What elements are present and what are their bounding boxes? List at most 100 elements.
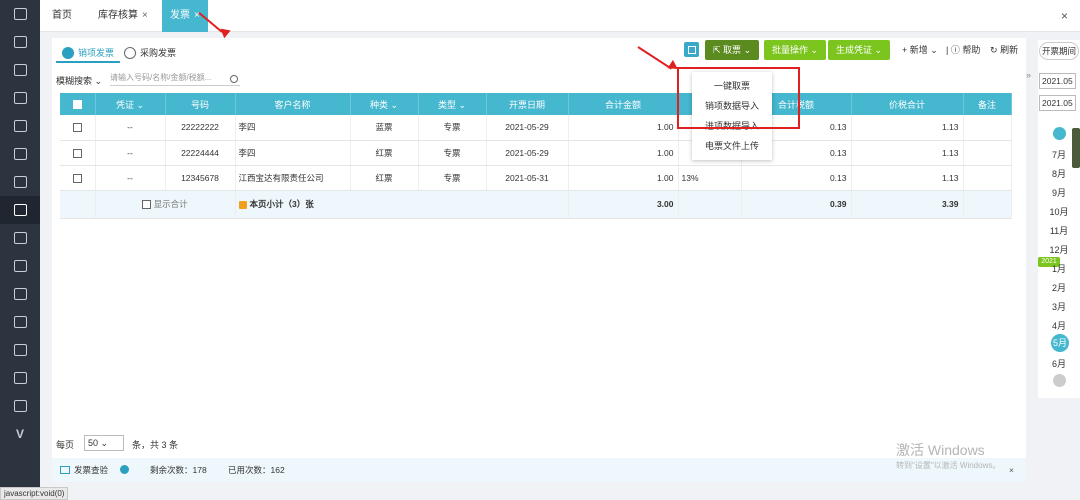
remaining-count: 178 — [192, 465, 207, 475]
cell-kind: 红票 — [350, 165, 419, 191]
close-icon[interactable]: × — [142, 10, 148, 21]
export-icon: ⇱ — [713, 45, 724, 55]
tab-purchase-invoice[interactable]: 采购发票 — [118, 43, 182, 63]
tab-home[interactable]: 首页 — [44, 0, 80, 32]
wallet-icon[interactable] — [0, 224, 40, 252]
top-tab-bar: 首页 库存核算 × 发票 × × — [40, 0, 1080, 32]
refresh-icon: ↻ — [990, 45, 998, 55]
layout-icon[interactable] — [684, 42, 699, 57]
generate-voucher-button[interactable]: 生成凭证 ⌄ — [828, 40, 891, 60]
sidebar-item-2[interactable] — [0, 56, 40, 84]
month-item[interactable]: 9月 — [1038, 186, 1080, 199]
table-row[interactable]: -- 12345678 江西宝达有限责任公司 红票 专票 2021-05-31 … — [60, 165, 1012, 191]
col-note: 备注 — [963, 93, 1012, 115]
show-total-checkbox[interactable]: 显示合计 — [95, 190, 236, 219]
sidebar-item-9[interactable] — [0, 252, 40, 280]
cell-type: 专票 — [418, 115, 487, 141]
sidebar-item-5[interactable] — [0, 140, 40, 168]
stack-icon[interactable] — [0, 308, 40, 336]
row-checkbox[interactable] — [60, 140, 96, 166]
row-checkbox[interactable] — [60, 165, 96, 191]
table-row[interactable]: -- 22224444 李四 红票 专票 2021-05-29 1.00 0.1… — [60, 140, 1012, 166]
col-number: 号码 — [165, 93, 236, 115]
col-type[interactable]: 类型 ⌄ — [418, 93, 487, 115]
windows-activation-hint: 转到"设置"以激活 Windows。 — [896, 461, 1001, 470]
table-row[interactable]: -- 22222222 李四 蓝票 专票 2021-05-29 1.00 0.1… — [60, 115, 1012, 141]
windows-activation-watermark: 激活 Windows — [896, 442, 985, 458]
fetch-invoice-button[interactable]: ⇱ 取票 ⌄ — [705, 40, 760, 60]
col-voucher[interactable]: 凭证 ⌄ — [95, 93, 166, 115]
month-item[interactable]: 2月 — [1038, 281, 1080, 294]
fuzzy-search-select[interactable]: 模糊搜索 ⌄ — [56, 74, 102, 87]
month-item[interactable]: 3月 — [1038, 300, 1080, 313]
date-to-input[interactable]: 2021.05 — [1039, 95, 1076, 111]
home-icon[interactable] — [0, 0, 40, 28]
cell-total: 1.13 — [851, 140, 964, 166]
date-from-input[interactable]: 2021.05 — [1039, 73, 1076, 89]
sum-total: 3.39 — [851, 190, 964, 219]
gear-icon[interactable] — [0, 392, 40, 420]
highlight-box — [677, 67, 800, 129]
v-icon[interactable]: V — [0, 420, 40, 448]
month-item[interactable]: 8月 — [1038, 167, 1080, 180]
cell-amount: 1.00 — [568, 140, 679, 166]
sidebar-item-13[interactable] — [0, 364, 40, 392]
month-item[interactable]: 4月 — [1038, 319, 1080, 332]
select-all-checkbox[interactable] — [60, 93, 96, 115]
month-item[interactable]: 11月 — [1038, 224, 1080, 237]
chart-icon[interactable] — [0, 84, 40, 112]
summary-row: 显示合计 本页小计（3）张 3.00 0.39 3.39 — [60, 190, 1012, 219]
menu-item-e-invoice-upload[interactable]: 电票文件上传 — [692, 136, 772, 156]
help-button[interactable]: | ⓘ 帮助 — [946, 40, 980, 60]
page-size-select[interactable]: 50 ⌄ — [84, 435, 124, 451]
row-checkbox[interactable] — [60, 115, 96, 141]
invoice-icon[interactable] — [0, 196, 40, 224]
house-icon[interactable] — [0, 280, 40, 308]
cell-note — [963, 165, 1012, 191]
used-count: 162 — [270, 465, 285, 475]
purchase-icon — [124, 47, 136, 59]
col-total: 价税合计 — [851, 93, 964, 115]
scroll-up-icon[interactable] — [1053, 127, 1066, 140]
month-item[interactable]: 6月 — [1038, 357, 1080, 370]
cell-voucher: -- — [95, 115, 166, 141]
month-item-selected[interactable]: 5月 — [1051, 334, 1069, 352]
info-icon[interactable] — [120, 465, 129, 474]
footer-close-icon[interactable]: × — [1009, 458, 1014, 482]
col-kind[interactable]: 种类 ⌄ — [350, 93, 419, 115]
month-item[interactable]: 12月 — [1038, 243, 1080, 256]
sidebar-item-12[interactable] — [0, 336, 40, 364]
col-amount: 合计金额 — [568, 93, 679, 115]
cell-number: 22224444 — [165, 140, 236, 166]
cell-note — [963, 115, 1012, 141]
col-customer: 客户名称 — [235, 93, 351, 115]
month-item[interactable]: 10月 — [1038, 205, 1080, 218]
side-handle[interactable] — [1072, 128, 1080, 168]
cell-total: 1.13 — [851, 165, 964, 191]
scroll-down-icon[interactable] — [1053, 374, 1066, 387]
invoice-period-button[interactable]: 开票期间 — [1039, 42, 1079, 60]
invoice-panel: 销项发票 采购发票 ⇱ 取票 ⌄ 批量操作 ⌄ 生成凭证 ⌄ + 新增 ⌄ | … — [52, 38, 1026, 482]
cell-date: 2021-05-31 — [486, 165, 569, 191]
col-date: 开票日期 — [486, 93, 569, 115]
sidebar-item-4[interactable] — [0, 112, 40, 140]
cell-customer: 李四 — [235, 140, 351, 166]
sidebar-item-6[interactable] — [0, 168, 40, 196]
add-button[interactable]: + 新增 ⌄ — [902, 40, 938, 60]
collapse-icon[interactable]: » — [1026, 70, 1031, 80]
sidebar-item-1[interactable] — [0, 28, 40, 56]
cell-amount: 1.00 — [568, 115, 679, 141]
month-item[interactable]: 1月 — [1038, 262, 1080, 275]
batch-operation-button[interactable]: 批量操作 ⌄ — [764, 40, 827, 60]
footer-bar: 发票查验 剩余次数：178 已用次数：162 × — [52, 458, 1026, 482]
tab-sales-invoice[interactable]: 销项发票 — [56, 43, 121, 63]
tab-inventory[interactable]: 库存核算 × — [90, 0, 156, 32]
invoice-check-link[interactable]: 发票查验 — [74, 458, 108, 482]
cell-rate: 13% — [678, 165, 742, 191]
window-close-icon[interactable]: × — [1061, 9, 1068, 23]
refresh-button[interactable]: ↻ 刷新 — [990, 40, 1018, 60]
search-icon[interactable] — [230, 75, 238, 83]
search-input[interactable] — [110, 70, 240, 86]
cell-type: 专票 — [418, 165, 487, 191]
subtotal-icon — [238, 200, 247, 209]
